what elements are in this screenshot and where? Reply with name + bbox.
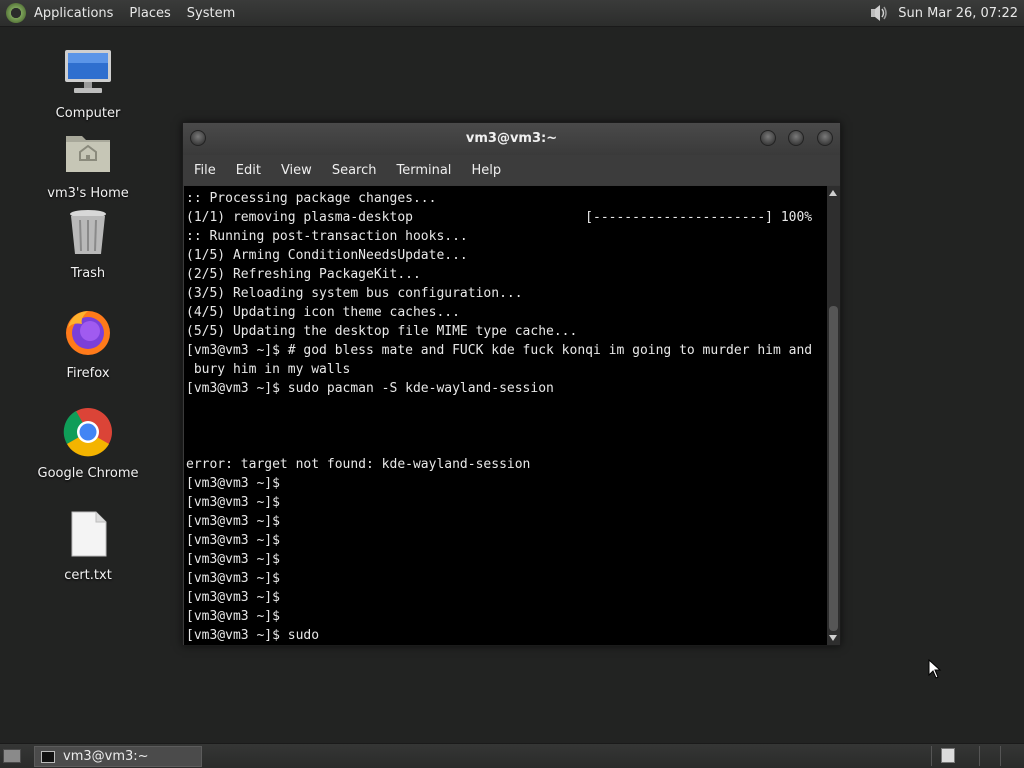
menu-system[interactable]: System bbox=[187, 6, 243, 21]
terminal-line: [vm3@vm3 ~]$ bbox=[186, 552, 280, 567]
minimize-icon[interactable] bbox=[760, 130, 776, 146]
terminal-line: (2/5) Refreshing PackageKit... bbox=[186, 267, 421, 282]
desktop-icon-firefox[interactable]: Firefox bbox=[28, 306, 148, 381]
menu-search[interactable]: Search bbox=[332, 163, 377, 178]
panel-separator bbox=[1000, 746, 1001, 766]
show-desktop-icon[interactable] bbox=[3, 749, 21, 763]
desktop-icon-chrome[interactable]: Google Chrome bbox=[28, 406, 148, 481]
menu-terminal[interactable]: Terminal bbox=[396, 163, 451, 178]
terminal-line: bury him in my walls bbox=[186, 362, 351, 377]
window-menu-icon[interactable] bbox=[190, 130, 206, 146]
workspace-switcher[interactable] bbox=[941, 748, 955, 763]
terminal-line: [vm3@vm3 ~]$ bbox=[186, 495, 280, 510]
firefox-icon bbox=[66, 311, 110, 355]
scroll-up-icon[interactable] bbox=[829, 190, 837, 196]
close-icon[interactable] bbox=[817, 130, 833, 146]
desktop-icon-home[interactable]: vm3's Home bbox=[28, 126, 148, 201]
terminal-line: error: target not found: kde-wayland-ses… bbox=[186, 457, 531, 472]
taskbar-terminal-button[interactable]: vm3@vm3:~ bbox=[34, 746, 202, 767]
mouse-cursor-icon bbox=[928, 659, 942, 679]
terminal-title: vm3@vm3:~ bbox=[465, 131, 558, 146]
desktop-icon-label: Computer bbox=[55, 106, 121, 121]
terminal-line: [vm3@vm3 ~]$ bbox=[186, 590, 280, 605]
bottom-panel: vm3@vm3:~ bbox=[0, 743, 1024, 768]
terminal-line: :: Processing package changes... bbox=[186, 191, 437, 206]
terminal-line: (1/1) removing plasma-desktop [---------… bbox=[186, 210, 813, 225]
home-folder-icon bbox=[66, 136, 110, 172]
menu-file[interactable]: File bbox=[194, 163, 216, 178]
desktop-icon-label: cert.txt bbox=[64, 568, 112, 583]
desktop-icon-label: vm3's Home bbox=[47, 186, 129, 201]
terminal-line: [vm3@vm3 ~]$ bbox=[186, 609, 280, 624]
menu-help[interactable]: Help bbox=[471, 163, 501, 178]
text-file-icon bbox=[71, 511, 107, 557]
menu-applications[interactable]: Applications bbox=[34, 6, 121, 21]
terminal-titlebar[interactable]: vm3@vm3:~ bbox=[183, 123, 840, 155]
desktop-icon-label: Google Chrome bbox=[37, 466, 139, 481]
terminal-scrollbar[interactable] bbox=[827, 186, 840, 645]
terminal-line: [vm3@vm3 ~]$ # god bless mate and FUCK k… bbox=[186, 343, 813, 358]
speaker-icon[interactable] bbox=[868, 2, 890, 24]
terminal-menubar: File Edit View Search Terminal Help bbox=[183, 155, 840, 185]
distro-logo-icon[interactable] bbox=[6, 3, 26, 23]
terminal-icon bbox=[41, 751, 55, 763]
terminal-line: [vm3@vm3 ~]$ bbox=[186, 571, 280, 586]
chrome-icon bbox=[63, 408, 112, 457]
clock[interactable]: Sun Mar 26, 07:22 bbox=[898, 6, 1018, 21]
scroll-down-icon[interactable] bbox=[829, 635, 837, 641]
menu-edit[interactable]: Edit bbox=[236, 163, 261, 178]
terminal-line: (5/5) Updating the desktop file MIME typ… bbox=[186, 324, 578, 339]
terminal-line: [vm3@vm3 ~]$ sudo bbox=[186, 628, 320, 643]
panel-separator bbox=[931, 746, 932, 766]
terminal-line: [vm3@vm3 ~]$ bbox=[186, 514, 280, 529]
terminal-line: :: Running post-transaction hooks... bbox=[186, 229, 468, 244]
panel-separator bbox=[979, 746, 980, 766]
terminal-line: (4/5) Updating icon theme caches... bbox=[186, 305, 460, 320]
terminal-window[interactable]: vm3@vm3:~ File Edit View Search Terminal… bbox=[182, 122, 841, 646]
top-panel: Applications Places System Sun Mar 26, 0… bbox=[0, 0, 1024, 27]
terminal-line: (3/5) Reloading system bus configuration… bbox=[186, 286, 523, 301]
menu-places[interactable]: Places bbox=[129, 6, 178, 21]
desktop-icon-label: Firefox bbox=[66, 366, 110, 381]
scrollbar-thumb[interactable] bbox=[829, 306, 838, 631]
terminal-line: [vm3@vm3 ~]$ sudo pacman -S kde-wayland-… bbox=[186, 381, 554, 396]
desktop-icon-computer[interactable]: Computer bbox=[28, 46, 148, 121]
terminal-line: (1/5) Arming ConditionNeedsUpdate... bbox=[186, 248, 468, 263]
desktop-icon-label: Trash bbox=[70, 266, 106, 281]
terminal-line: [vm3@vm3 ~]$ bbox=[186, 476, 280, 491]
trash-icon bbox=[70, 210, 106, 254]
computer-icon bbox=[65, 50, 111, 93]
terminal-output[interactable]: :: Processing package changes... (1/1) r… bbox=[184, 186, 827, 645]
desktop-icon-trash[interactable]: Trash bbox=[28, 206, 148, 281]
terminal-line: [vm3@vm3 ~]$ bbox=[186, 533, 280, 548]
menu-view[interactable]: View bbox=[281, 163, 312, 178]
maximize-icon[interactable] bbox=[788, 130, 804, 146]
taskbar-label: vm3@vm3:~ bbox=[63, 749, 149, 764]
desktop-icon-cert[interactable]: cert.txt bbox=[28, 508, 148, 583]
